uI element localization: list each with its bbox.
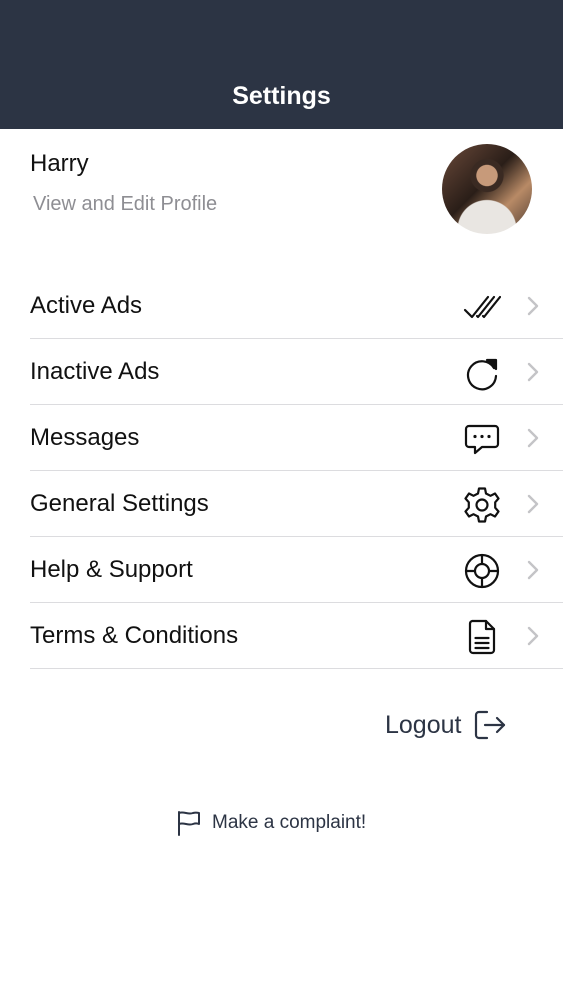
flag-icon xyxy=(176,809,202,837)
menu-item-label: Inactive Ads xyxy=(30,357,160,385)
chevron-right-icon xyxy=(526,625,540,647)
chevron-right-icon xyxy=(526,493,540,515)
view-edit-profile-link[interactable]: View and Edit Profile xyxy=(33,193,217,216)
app-header: Settings xyxy=(0,0,563,129)
double-check-icon xyxy=(463,288,501,326)
menu-item-general-settings[interactable]: General Settings xyxy=(30,471,563,537)
menu-item-label: Terms & Conditions xyxy=(30,621,239,649)
refresh-icon xyxy=(463,354,501,392)
complaint-label: Make a complaint! xyxy=(212,812,367,833)
menu-item-label: Active Ads xyxy=(30,291,143,319)
page-title: Settings xyxy=(232,82,331,110)
lifebuoy-icon xyxy=(463,552,501,590)
menu-item-messages[interactable]: Messages xyxy=(30,405,563,471)
menu-item-label: Messages xyxy=(30,423,140,451)
profile-name: Harry xyxy=(30,150,89,177)
logout-button[interactable]: Logout xyxy=(385,705,507,745)
gear-icon xyxy=(463,486,501,524)
chevron-right-icon xyxy=(526,559,540,581)
make-complaint-link[interactable]: Make a complaint! xyxy=(176,808,366,838)
avatar[interactable] xyxy=(442,144,532,234)
chevron-right-icon xyxy=(526,427,540,449)
chevron-right-icon xyxy=(526,295,540,317)
menu-item-label: General Settings xyxy=(30,489,209,517)
settings-menu: Active Ads Inactive Ads Messages General… xyxy=(30,273,563,669)
menu-item-terms-conditions[interactable]: Terms & Conditions xyxy=(30,603,563,669)
menu-item-active-ads[interactable]: Active Ads xyxy=(30,273,563,339)
chevron-right-icon xyxy=(526,361,540,383)
menu-item-inactive-ads[interactable]: Inactive Ads xyxy=(30,339,563,405)
menu-item-help-support[interactable]: Help & Support xyxy=(30,537,563,603)
logout-icon xyxy=(473,708,507,742)
profile-row[interactable]: Harry View and Edit Profile xyxy=(0,129,563,259)
menu-item-label: Help & Support xyxy=(30,555,193,583)
chat-bubble-icon xyxy=(463,420,501,458)
logout-label: Logout xyxy=(385,710,462,739)
document-icon xyxy=(463,618,501,656)
